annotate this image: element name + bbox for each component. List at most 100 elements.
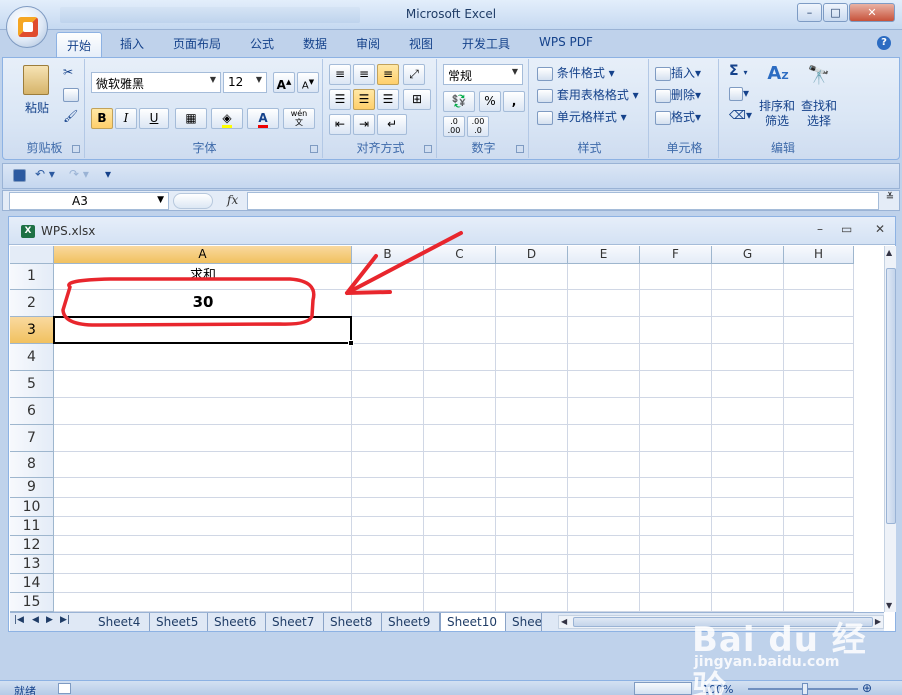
zoom-in-icon[interactable]: ⊕ — [862, 681, 872, 695]
fill-handle[interactable] — [348, 340, 354, 346]
align-middle-icon[interactable]: ≡ — [353, 64, 375, 85]
italic-button[interactable]: I — [115, 108, 137, 129]
sheet-tab-sheet4[interactable]: Sheet4 — [92, 613, 150, 631]
align-center-icon[interactable]: ☰ — [353, 89, 375, 110]
undo-icon[interactable]: ↶ ▾ — [35, 167, 55, 181]
format-cells-button[interactable]: 格式▾ — [655, 108, 701, 125]
next-sheet-icon[interactable]: ▶ — [46, 615, 53, 625]
delete-cells-button[interactable]: 删除▾ — [655, 86, 701, 103]
sheet-tab-sheet9[interactable]: Sheet9 — [382, 613, 440, 631]
decrease-indent-icon[interactable]: ⇤ — [329, 114, 351, 135]
cell-a1[interactable]: 求和 — [54, 264, 352, 290]
row-header-5[interactable]: 5 — [10, 371, 54, 398]
cell-a2[interactable]: 30 — [54, 290, 352, 317]
maximize-button[interactable]: □ — [823, 3, 848, 22]
column-header-h[interactable]: H — [784, 246, 854, 264]
workbook-close-button[interactable]: ✕ — [875, 222, 885, 236]
conditional-format-button[interactable]: 条件格式 ▾ — [537, 64, 615, 81]
zoom-level[interactable]: 100% — [702, 683, 733, 695]
row-header-12[interactable]: 12 — [10, 536, 54, 555]
cell-styles-button[interactable]: 单元格样式 ▾ — [537, 108, 627, 125]
horizontal-scrollbar[interactable]: ◀ ▶ — [558, 615, 884, 629]
clipboard-dialog-launcher[interactable] — [72, 145, 80, 153]
cut-icon[interactable]: ✂ — [63, 65, 73, 79]
view-buttons[interactable] — [634, 682, 692, 695]
insert-cells-button[interactable]: 插入▾ — [655, 64, 701, 81]
format-painter-icon[interactable]: 🖌 — [63, 109, 78, 123]
underline-button[interactable]: U — [139, 108, 169, 129]
fill-color-icon[interactable]: ◈ — [211, 108, 243, 129]
percent-button[interactable]: % — [479, 91, 501, 112]
number-dialog-launcher[interactable] — [516, 145, 524, 153]
row-header-2[interactable]: 2 — [10, 290, 54, 317]
shrink-font-button[interactable]: A▼ — [297, 72, 319, 93]
decrease-decimal-button[interactable]: .00 .0 — [467, 116, 489, 137]
expand-formula-bar-icon[interactable]: ≚ — [883, 192, 897, 210]
name-box-splitter[interactable] — [173, 193, 213, 209]
customize-qat-icon[interactable]: ▾ — [105, 167, 111, 181]
font-size-combo[interactable]: 12 ▼ — [223, 72, 267, 93]
sheet-tab-sheet10[interactable]: Sheet10 — [440, 613, 506, 631]
workbook-restore-button[interactable]: ▭ — [841, 222, 852, 236]
minimize-button[interactable]: – — [797, 3, 822, 22]
tab-wps-pdf[interactable]: WPS PDF — [539, 35, 593, 49]
sheet-tab-sheet5[interactable]: Sheet5 — [150, 613, 208, 631]
office-button[interactable] — [6, 6, 48, 48]
row-header-9[interactable]: 9 — [10, 478, 54, 498]
last-sheet-icon[interactable]: ▶| — [60, 615, 70, 625]
scroll-up-icon[interactable]: ▲ — [886, 248, 892, 257]
row-header-11[interactable]: 11 — [10, 517, 54, 536]
macro-record-icon[interactable] — [58, 683, 71, 694]
first-sheet-icon[interactable]: |◀ — [14, 615, 24, 625]
insert-function-icon[interactable]: fx — [227, 193, 238, 207]
grow-font-button[interactable]: A▲ — [273, 72, 295, 93]
row-header-3[interactable]: 3 — [10, 317, 54, 344]
scroll-down-icon[interactable]: ▼ — [886, 601, 892, 610]
column-header-f[interactable]: F — [640, 246, 712, 264]
formula-input[interactable] — [247, 192, 879, 210]
redo-icon[interactable]: ↷ ▾ — [69, 167, 89, 181]
tab-home[interactable]: 开始 — [56, 32, 103, 57]
tab-formulas[interactable]: 公式 — [250, 35, 274, 52]
align-left-icon[interactable]: ☰ — [329, 89, 351, 110]
copy-icon[interactable] — [63, 87, 79, 102]
row-header-13[interactable]: 13 — [10, 555, 54, 574]
bold-button[interactable]: B — [91, 108, 113, 129]
merge-center-icon[interactable]: ⊞ — [403, 89, 431, 110]
workbook-minimize-button[interactable]: – — [817, 222, 823, 236]
column-header-c[interactable]: C — [424, 246, 496, 264]
zoom-slider-thumb[interactable] — [802, 683, 808, 695]
increase-indent-icon[interactable]: ⇥ — [353, 114, 375, 135]
scroll-right-icon[interactable]: ▶ — [875, 617, 881, 626]
table-format-button[interactable]: 套用表格格式 ▾ — [537, 86, 639, 103]
column-header-a[interactable]: A — [54, 246, 352, 264]
help-icon[interactable]: ? — [877, 36, 891, 50]
borders-icon[interactable]: ▦ — [175, 108, 207, 129]
row-header-15[interactable]: 15 — [10, 593, 54, 612]
tab-developer[interactable]: 开发工具 — [462, 35, 510, 52]
row-header-14[interactable]: 14 — [10, 574, 54, 593]
align-right-icon[interactable]: ☰ — [377, 89, 399, 110]
sheet-tab-shee[interactable]: Shee — [506, 613, 542, 631]
row-header-7[interactable]: 7 — [10, 425, 54, 452]
save-icon[interactable] — [13, 168, 26, 182]
tab-page-layout[interactable]: 页面布局 — [173, 35, 221, 52]
row-header-4[interactable]: 4 — [10, 344, 54, 371]
close-button[interactable]: ✕ — [849, 3, 895, 22]
sheet-tab-sheet6[interactable]: Sheet6 — [208, 613, 266, 631]
name-box[interactable]: A3 ▼ — [9, 192, 169, 210]
tab-view[interactable]: 视图 — [409, 35, 433, 52]
align-bottom-icon[interactable]: ≡ — [377, 64, 399, 85]
font-name-combo[interactable]: 微软雅黑 ▼ — [91, 72, 221, 93]
row-header-6[interactable]: 6 — [10, 398, 54, 425]
autosum-button[interactable]: Σ ▾ — [729, 63, 747, 79]
font-dialog-launcher[interactable] — [310, 145, 318, 153]
column-header-b[interactable]: B — [352, 246, 424, 264]
sheet-tab-sheet8[interactable]: Sheet8 — [324, 613, 382, 631]
find-select-button[interactable]: 查找和 选择 — [801, 99, 837, 129]
active-cell-border[interactable] — [53, 316, 352, 344]
row-header-8[interactable]: 8 — [10, 452, 54, 478]
prev-sheet-icon[interactable]: ◀ — [32, 615, 39, 625]
sheet-tab-sheet7[interactable]: Sheet7 — [266, 613, 324, 631]
phonetic-button[interactable]: wén 文 — [283, 108, 315, 129]
